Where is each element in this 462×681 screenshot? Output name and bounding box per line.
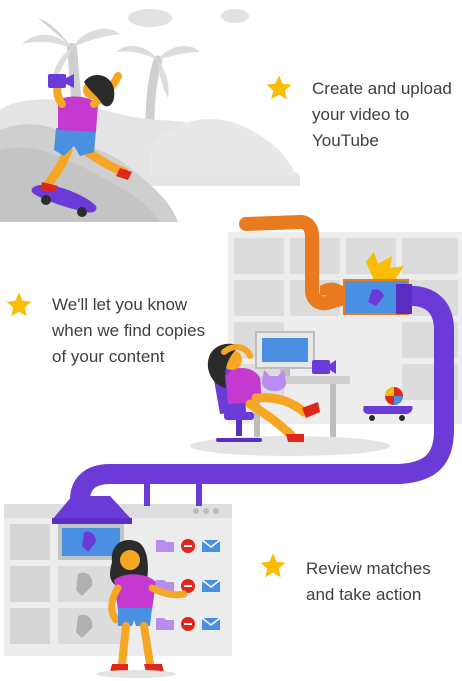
scene-create-upload bbox=[0, 9, 300, 222]
beach-ball bbox=[385, 387, 403, 405]
step-create-upload-text: Create and upload your video to YouTube bbox=[312, 76, 452, 154]
text-line: your video to bbox=[312, 105, 410, 124]
scene-review bbox=[4, 484, 232, 678]
text-line: Review matches bbox=[306, 559, 431, 578]
star-icon bbox=[266, 75, 292, 100]
text-line: and take action bbox=[306, 585, 422, 604]
step-review-text: Review matches and take action bbox=[306, 556, 431, 608]
text-line: when we find copies bbox=[52, 321, 206, 340]
text-line: We'll let you know bbox=[52, 295, 188, 314]
palm-tree-right bbox=[116, 45, 200, 127]
star-icon bbox=[260, 553, 286, 578]
text-line: Create and upload bbox=[312, 79, 452, 98]
text-line: of your content bbox=[52, 347, 165, 366]
step-detection-text: We'll let you know when we find copies o… bbox=[52, 292, 205, 370]
text-line: YouTube bbox=[312, 131, 379, 150]
star-icon bbox=[6, 292, 32, 317]
video-camera-icon bbox=[48, 74, 74, 88]
